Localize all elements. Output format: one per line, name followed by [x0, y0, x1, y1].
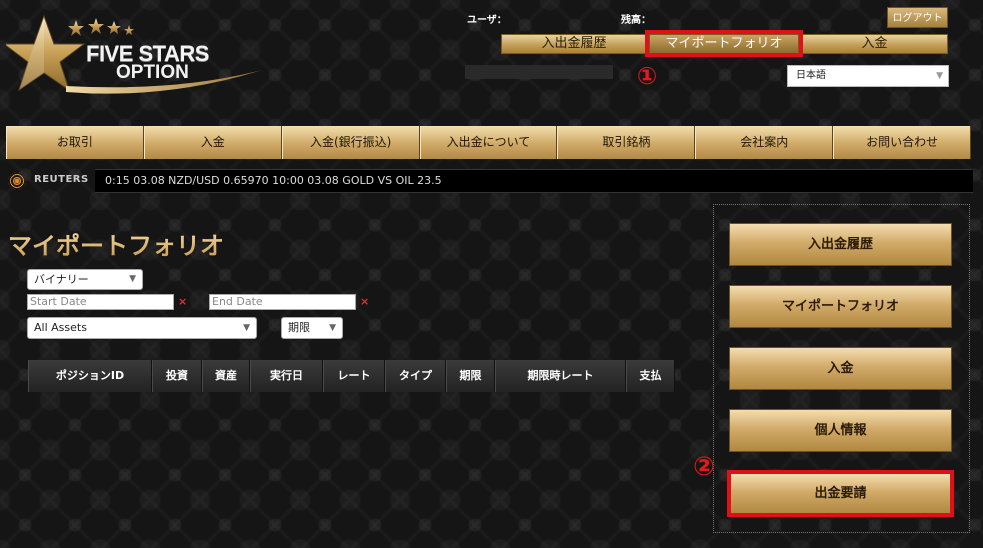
col-execution-date[interactable]: 実行日	[250, 360, 323, 392]
end-date-input[interactable]: End Date	[209, 294, 356, 310]
page-title: マイポートフォリオ	[8, 226, 224, 261]
clear-start-date-icon[interactable]: ×	[178, 295, 187, 308]
logout-button[interactable]: ログアウト	[887, 7, 948, 28]
nav-item-about-deposits[interactable]: 入出金について	[419, 126, 558, 159]
col-expiry[interactable]: 期限	[446, 360, 495, 392]
nav-item-contact[interactable]: お問い合わせ	[833, 126, 972, 159]
language-select[interactable]: 日本語 ▼	[787, 65, 949, 87]
chevron-down-icon: ▼	[243, 323, 250, 333]
col-payout[interactable]: 支払	[626, 360, 675, 392]
reuters-icon	[8, 172, 26, 190]
tab-deposit[interactable]: 入金	[801, 34, 948, 54]
reuters-logo: REUTERS	[8, 171, 92, 191]
brand-logo[interactable]: FIVE STARS OPTION	[2, 14, 268, 98]
col-expiry-rate[interactable]: 期限時レート	[495, 360, 626, 392]
col-position-id[interactable]: ポジションID	[28, 360, 152, 392]
expiry-value: 期限	[288, 321, 310, 334]
sidebar-profile-button[interactable]: 個人情報	[729, 409, 952, 452]
sidebar-portfolio-button[interactable]: マイポートフォリオ	[729, 285, 952, 328]
nav-item-trade[interactable]: お取引	[6, 126, 144, 159]
masked-account-info	[465, 65, 613, 79]
reuters-label: REUTERS	[34, 174, 89, 185]
portfolio-table-header: ポジションID 投資 資産 実行日 レート タイプ 期限 期限時レート 支払	[28, 360, 675, 392]
user-label: ユーザ：	[467, 15, 507, 26]
sidebar-history-button[interactable]: 入出金履歴	[729, 223, 952, 266]
option-type-select[interactable]: バイナリー ▼	[27, 269, 143, 290]
nav-item-deposit[interactable]: 入金	[143, 126, 282, 159]
main-navigation: お取引 入金 入金(銀行振込) 入出金について 取引銘柄 会社案内 お問い合わせ	[6, 126, 972, 159]
col-type[interactable]: タイプ	[385, 360, 446, 392]
start-date-input[interactable]: Start Date	[27, 294, 174, 310]
step-marker-1: ①	[636, 62, 658, 90]
chevron-down-icon: ▼	[936, 71, 943, 81]
language-select-value: 日本語	[796, 70, 826, 81]
option-type-value: バイナリー	[34, 273, 89, 286]
sidebar-withdrawal-request-button[interactable]: 出金要請	[727, 470, 954, 517]
col-asset[interactable]: 資産	[202, 360, 250, 392]
chevron-down-icon: ▼	[329, 323, 336, 333]
assets-select[interactable]: All Assets ▼	[27, 317, 257, 339]
highlight-box-portfolio-tab	[645, 30, 803, 57]
col-investment[interactable]: 投資	[152, 360, 202, 392]
ticker-text: 0:15 03.08 NZD/USD 0.65970 10:00 03.08 G…	[105, 174, 442, 187]
expiry-select[interactable]: 期限 ▼	[281, 317, 343, 339]
brand-name-line2: OPTION	[116, 62, 189, 83]
nav-item-company[interactable]: 会社案内	[695, 126, 834, 159]
chevron-down-icon: ▼	[129, 274, 136, 284]
news-ticker[interactable]: 0:15 03.08 NZD/USD 0.65970 10:00 03.08 G…	[95, 169, 973, 193]
clear-end-date-icon[interactable]: ×	[360, 295, 369, 308]
nav-item-bank-transfer[interactable]: 入金(銀行振込)	[281, 126, 420, 159]
tab-deposit-withdrawal-history[interactable]: 入出金履歴	[501, 34, 647, 54]
sidebar-deposit-button[interactable]: 入金	[729, 347, 952, 390]
nav-item-instruments[interactable]: 取引銘柄	[557, 126, 696, 159]
col-rate[interactable]: レート	[323, 360, 385, 392]
balance-label: 残高：	[621, 15, 651, 26]
step-marker-2: ②	[692, 452, 715, 482]
assets-value: All Assets	[34, 321, 87, 334]
